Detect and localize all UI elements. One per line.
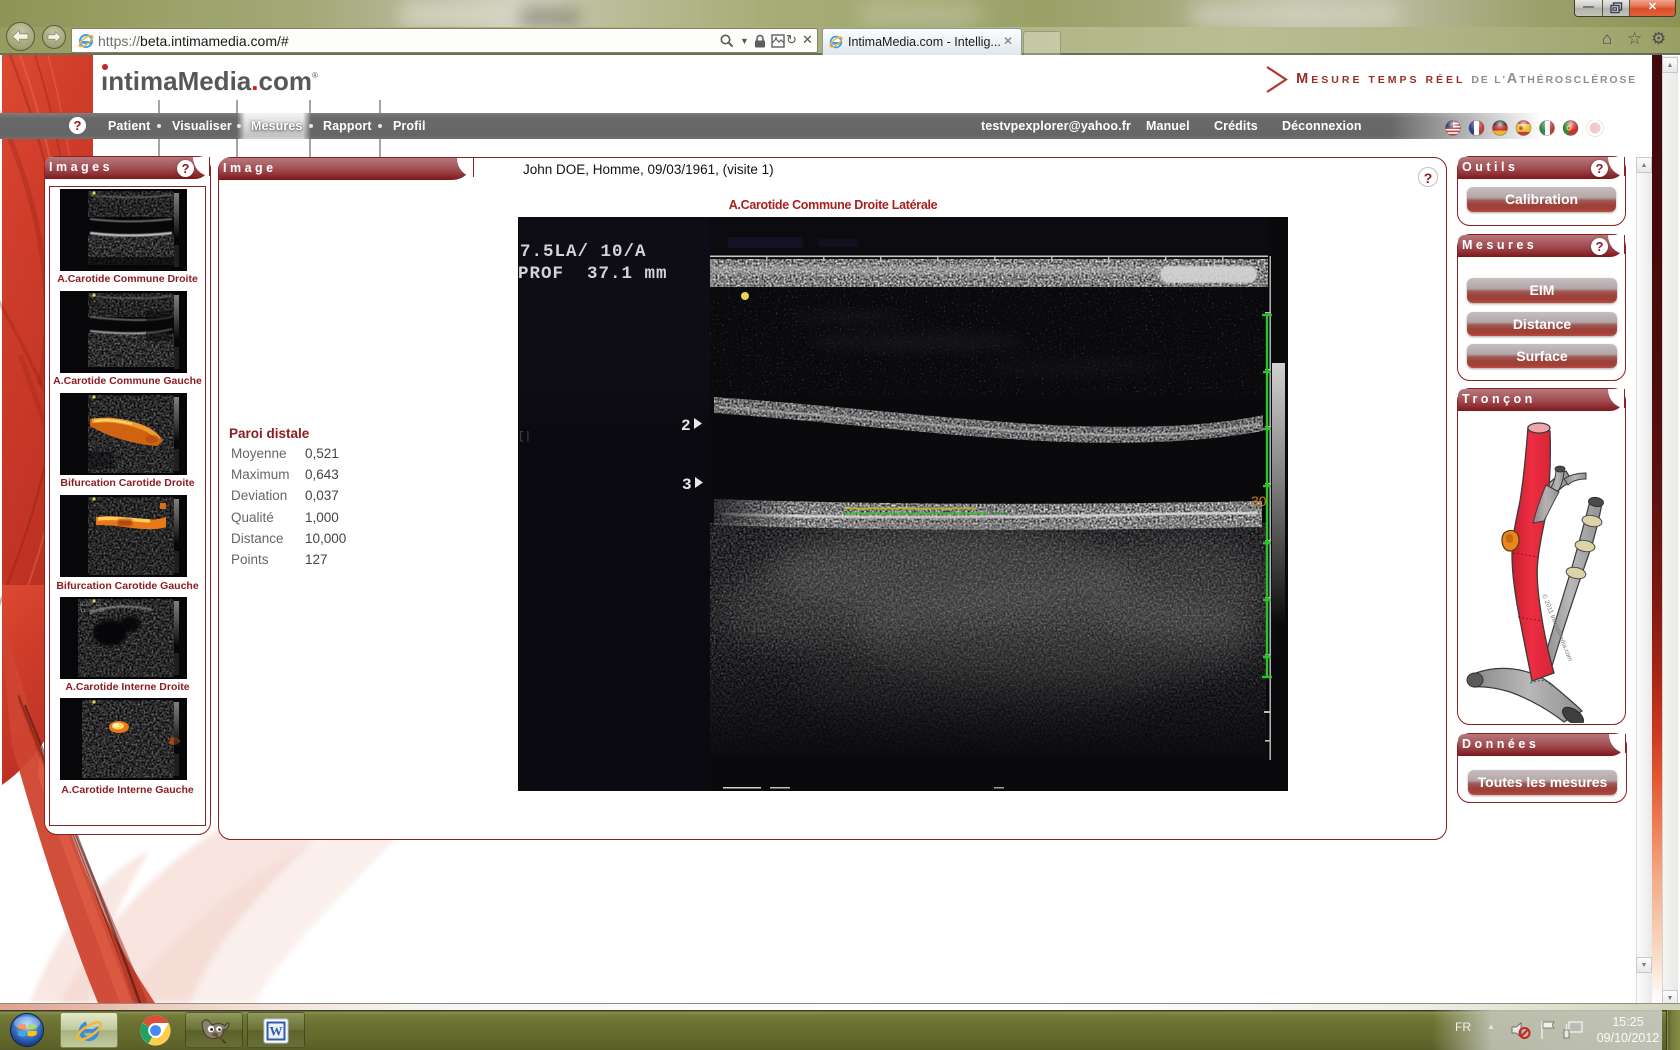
svg-text:PROF 37.1 mm: PROF 37.1 mm [518,264,668,284]
svg-text:7.5LA/ 10/A: 7.5LA/ 10/A [520,242,647,262]
svg-text:30: 30 [1251,493,1267,509]
svg-text:3: 3 [682,476,692,494]
svg-text:W: W [270,1024,283,1039]
svg-text:11 40:33: 11 40:33 [80,608,104,614]
svg-text:[|: [| [518,431,531,443]
svg-text:2: 2 [681,417,691,435]
